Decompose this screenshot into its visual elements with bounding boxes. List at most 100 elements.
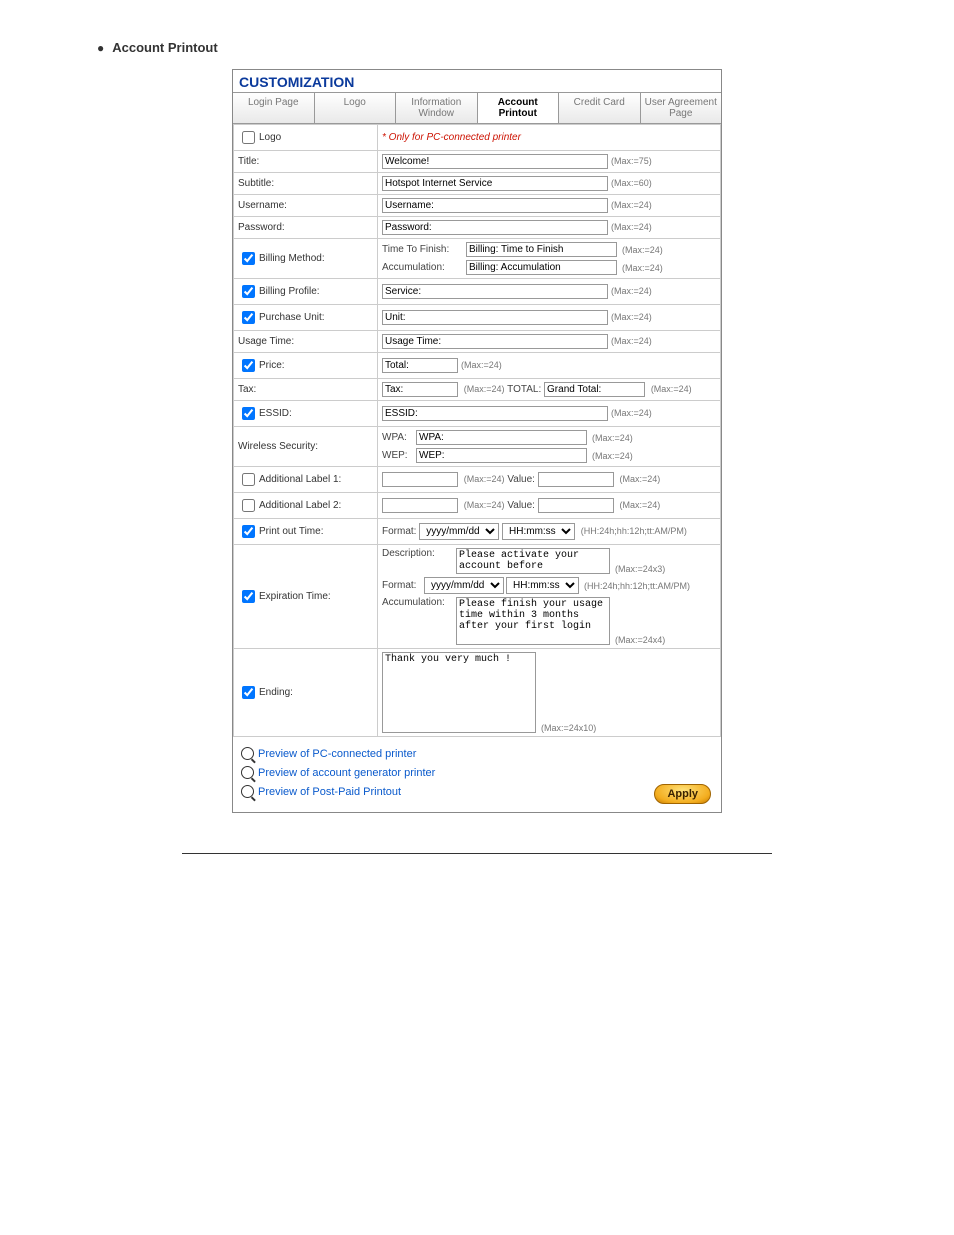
title-input[interactable] — [382, 154, 608, 169]
password-hint: (Max:=24) — [611, 222, 652, 232]
ttf-input[interactable] — [466, 242, 617, 257]
addl2-input[interactable] — [382, 498, 458, 513]
essid-checkbox[interactable] — [242, 407, 255, 420]
purchase-unit-checkbox[interactable] — [242, 311, 255, 324]
acc2-hint: (Max:=24x4) — [615, 635, 665, 645]
wep-sublabel: WEP: — [382, 450, 414, 461]
wpa-input[interactable] — [416, 430, 587, 445]
tab-bar: Login Page Logo Information Window Accou… — [233, 92, 721, 124]
unit-input[interactable] — [382, 310, 608, 325]
tab-user-agreement-page[interactable]: User Agreement Page — [641, 93, 722, 123]
price-checkbox[interactable] — [242, 359, 255, 372]
logo-checkbox[interactable] — [242, 131, 255, 144]
tab-account-printout[interactable]: Account Printout — [478, 93, 560, 123]
expiration-time-label: Expiration Time: — [259, 591, 331, 602]
tax-label: Tax: — [234, 379, 378, 401]
essid-input[interactable] — [382, 406, 608, 421]
subtitle-hint: (Max:=60) — [611, 178, 652, 188]
billing-profile-checkbox[interactable] — [242, 285, 255, 298]
addl2-label: Additional Label 2: — [259, 500, 341, 511]
only-pc-note: * Only for PC-connected printer — [382, 132, 521, 143]
usage-time-input[interactable] — [382, 334, 608, 349]
addl2-value-input[interactable] — [538, 498, 614, 513]
subtitle-label: Subtitle: — [234, 173, 378, 195]
hh-hint-1: (HH:24h;hh:12h;tt:AM/PM) — [581, 526, 687, 536]
total-input[interactable] — [382, 358, 458, 373]
acc-input[interactable] — [466, 260, 617, 275]
title-label: Title: — [234, 151, 378, 173]
wpa-hint: (Max:=24) — [592, 433, 633, 443]
desc-hint: (Max:=24x3) — [615, 564, 665, 574]
ttf-hint: (Max:=24) — [622, 245, 663, 255]
tab-information-window[interactable]: Information Window — [396, 93, 478, 123]
password-label: Password: — [234, 217, 378, 239]
print-out-time-checkbox[interactable] — [242, 525, 255, 538]
date-format-select-1[interactable]: yyyy/mm/dd — [419, 523, 499, 540]
essid-label: ESSID: — [259, 408, 292, 419]
print-out-time-label: Print out Time: — [259, 526, 323, 537]
logo-label: Logo — [259, 132, 281, 143]
addl1-hint2: (Max:=24) — [620, 474, 661, 484]
time-format-select-1[interactable]: HH:mm:ss — [502, 523, 575, 540]
date-format-select-2[interactable]: yyyy/mm/dd — [424, 577, 504, 594]
service-hint: (Max:=24) — [611, 286, 652, 296]
usage-time-label: Usage Time: — [234, 331, 378, 353]
unit-hint: (Max:=24) — [611, 312, 652, 322]
acc2-sublabel: Accumulation: — [382, 597, 454, 608]
usage-time-hint: (Max:=24) — [611, 336, 652, 346]
format1-label: Format: — [382, 526, 416, 537]
tax-input[interactable] — [382, 382, 458, 397]
addl2-checkbox[interactable] — [242, 499, 255, 512]
addl1-checkbox[interactable] — [242, 473, 255, 486]
expiration-time-checkbox[interactable] — [242, 590, 255, 603]
service-input[interactable] — [382, 284, 608, 299]
grand-total-hint: (Max:=24) — [651, 384, 692, 394]
magnifier-icon — [241, 747, 254, 760]
addl1-label: Additional Label 1: — [259, 474, 341, 485]
subtitle-input[interactable] — [382, 176, 608, 191]
desc-textarea[interactable]: Please activate your account before — [456, 548, 610, 574]
ending-checkbox[interactable] — [242, 686, 255, 699]
acc-hint: (Max:=24) — [622, 263, 663, 273]
addl1-value-input[interactable] — [538, 472, 614, 487]
addl1-input[interactable] — [382, 472, 458, 487]
tab-credit-card[interactable]: Credit Card — [559, 93, 641, 123]
total-hint: (Max:=24) — [461, 360, 502, 370]
preview-pc-link[interactable]: Preview of PC-connected printer — [241, 747, 416, 760]
wep-input[interactable] — [416, 448, 587, 463]
username-label: Username: — [234, 195, 378, 217]
hh-hint-2: (HH:24h;hh:12h;tt:AM/PM) — [584, 581, 690, 591]
magnifier-icon — [241, 766, 254, 779]
essid-hint: (Max:=24) — [611, 408, 652, 418]
grand-total-input[interactable] — [544, 382, 645, 397]
time-format-select-2[interactable]: HH:mm:ss — [506, 577, 579, 594]
username-input[interactable] — [382, 198, 608, 213]
wep-hint: (Max:=24) — [592, 451, 633, 461]
value1-label: Value: — [507, 474, 535, 485]
total2-label: TOTAL: — [507, 384, 541, 395]
page-separator — [182, 853, 772, 854]
title-hint: (Max:=75) — [611, 156, 652, 166]
footer-links: Preview of PC-connected printer Preview … — [233, 737, 721, 812]
purchase-unit-label: Purchase Unit: — [259, 312, 325, 323]
customization-panel: CUSTOMIZATION Login Page Logo Informatio… — [232, 69, 722, 813]
ending-textarea[interactable]: Thank you very much ! — [382, 652, 536, 733]
acc-sublabel: Accumulation: — [382, 262, 464, 273]
tab-login-page[interactable]: Login Page — [233, 93, 315, 123]
panel-title: CUSTOMIZATION — [239, 74, 721, 90]
addl2-hint1: (Max:=24) — [464, 500, 505, 510]
preview-generator-link[interactable]: Preview of account generator printer — [241, 766, 435, 779]
value2-label: Value: — [507, 500, 535, 511]
ending-label: Ending: — [259, 687, 293, 698]
password-input[interactable] — [382, 220, 608, 235]
billing-method-checkbox[interactable] — [242, 252, 255, 265]
tax-hint: (Max:=24) — [464, 384, 505, 394]
acc2-textarea[interactable]: Please finish your usage time within 3 m… — [456, 597, 610, 645]
tab-logo[interactable]: Logo — [315, 93, 397, 123]
section-title: Account Printout — [97, 40, 857, 55]
preview-postpaid-link[interactable]: Preview of Post-Paid Printout — [241, 785, 401, 798]
price-label: Price: — [259, 360, 285, 371]
apply-button[interactable]: Apply — [654, 784, 711, 804]
addl2-hint2: (Max:=24) — [620, 500, 661, 510]
wpa-sublabel: WPA: — [382, 432, 414, 443]
